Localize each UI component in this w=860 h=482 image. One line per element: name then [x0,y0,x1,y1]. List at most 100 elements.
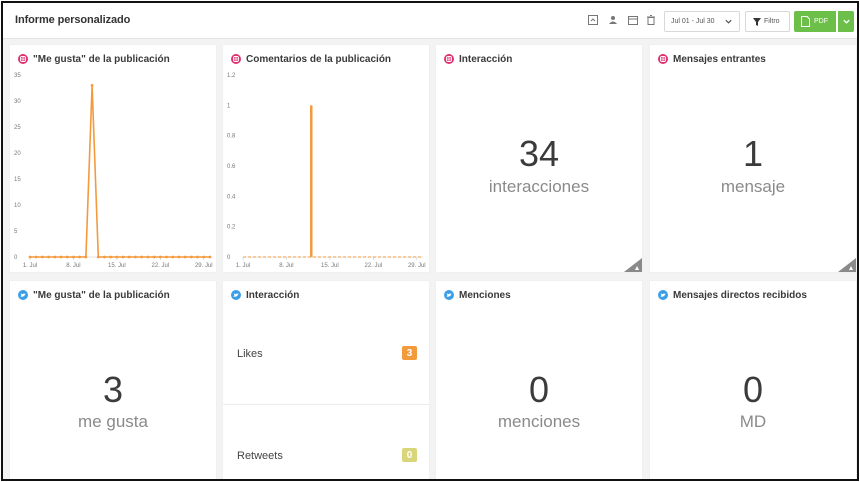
chevron-down-icon [842,19,850,24]
y-tick-label: 1.2 [227,73,236,79]
schedule-icon[interactable] [626,13,640,27]
data-point [140,255,144,259]
metric-label: mensaje [720,177,786,196]
row-divider [223,404,429,405]
share-user-icon[interactable] [606,13,620,27]
y-tick-label: 5 [14,229,18,235]
card-tw-likes: "Me gusta" de la publicación 3 me gusta [10,281,216,479]
y-tick-label: 30 [14,99,21,105]
retweets-count-badge: 0 [402,448,417,462]
pdf-options-dropdown[interactable] [837,11,854,32]
y-tick-label: 0 [227,255,231,261]
instagram-icon [18,54,28,64]
card-tw-dm: Mensajes directos recibidos 0 MD [650,281,856,479]
data-point [115,255,119,259]
card-title: Interacción [459,53,513,65]
card-tw-interaction: Interacción Likes 3 Retweets 0 [223,281,429,479]
data-point [202,255,206,259]
data-point [90,84,94,87]
twitter-icon [18,290,28,300]
filter-button[interactable]: Filtro [745,11,790,32]
warning-corner-icon [838,258,856,272]
data-point [127,255,131,259]
card-title: "Me gusta" de la publicación [33,289,170,301]
data-point [158,255,162,259]
card-ig-messages: Mensajes entrantes 1 mensaje [650,45,856,272]
filter-label: Filtro [764,18,780,25]
page-title: Informe personalizado [15,14,131,26]
card-ig-interaction: Interacción 34 interacciones [436,45,642,272]
instagram-icon [444,54,454,64]
metric-label: MD [739,412,767,431]
data-point [171,255,175,259]
data-point [121,255,125,259]
metric-value: 1 [742,133,764,174]
date-range-label: Jul 01 - Jul 30 [671,18,715,25]
y-tick-label: 0.4 [227,194,236,200]
data-point [84,255,88,259]
data-point [47,255,51,259]
data-point [208,255,212,259]
y-tick-label: 15 [14,177,21,183]
card-tw-mentions: Menciones 0 menciones [436,281,642,479]
y-tick-label: 0.8 [227,134,236,140]
data-point [34,255,38,259]
likes-count-badge: 3 [402,346,417,360]
twitter-icon [444,290,454,300]
series-line [30,85,210,258]
data-point [41,255,44,259]
x-tick-label: 1. Jul [23,263,37,269]
twitter-icon [231,290,241,300]
x-tick-label: 15. Jul [321,263,339,269]
card-title: Mensajes entrantes [673,53,766,65]
card-ig-likes-chart: "Me gusta" de la publicación 0 5 10 15 20 25 3… [10,45,216,272]
card-title: Menciones [459,289,511,301]
data-point [189,255,193,259]
data-point [96,255,100,259]
export-icon[interactable] [586,13,600,27]
card-ig-comments-chart: Comentarios de la publicación 0 0.2 0.4 0.6… [223,45,429,272]
x-tick-label: 8. Jul [66,263,80,269]
x-tick-label: 22. Jul [152,263,170,269]
data-point [72,255,75,259]
metric-value: 3 [102,369,124,410]
data-point [53,255,57,259]
y-tick-label: 0.2 [227,225,236,231]
x-tick-label: 29. Jul [408,263,426,269]
card-title: Mensajes directos recibidos [673,289,807,301]
metric-label: menciones [497,412,581,431]
data-point [109,255,113,259]
data-point [152,255,156,259]
date-range-picker[interactable]: Jul 01 - Jul 30 [664,11,740,32]
x-tick-label: 29. Jul [195,263,213,269]
metric-label: me gusta [78,412,148,431]
data-point [28,255,32,259]
x-tick-label: 8. Jul [279,263,293,269]
y-tick-label: 25 [14,125,21,131]
y-tick-label: 35 [14,73,21,79]
card-title: "Me gusta" de la publicación [33,53,170,65]
metric-value: 0 [528,369,550,410]
pdf-export-button[interactable]: PDF [794,11,836,32]
data-point [196,255,199,259]
data-point [134,255,137,259]
data-point [183,255,187,259]
card-title: Interacción [246,289,300,301]
likes-line-chart: 0 5 10 15 20 25 30 35 1. Jul 8. Jul 15. Jul 22. Jul… [14,73,213,269]
twitter-icon [658,290,668,300]
trash-icon[interactable] [644,13,658,27]
y-tick-label: 1 [227,103,231,109]
pdf-label: PDF [814,18,828,25]
y-tick-label: 0.6 [227,164,236,170]
retweets-row-label: Retweets [237,450,283,462]
metric-value: 34 [518,133,560,174]
y-tick-label: 0 [14,255,18,261]
data-point [165,255,168,259]
data-point [103,255,106,259]
warning-corner-icon [624,258,642,272]
likes-row-label: Likes [237,348,263,360]
metric-value: 0 [742,369,764,410]
comments-line-chart: 0 0.2 0.4 0.6 0.8 1 1.2 1. Jul 8. Jul 15. Jul 22. … [227,73,426,269]
data-point [146,255,150,259]
instagram-icon [658,54,668,64]
